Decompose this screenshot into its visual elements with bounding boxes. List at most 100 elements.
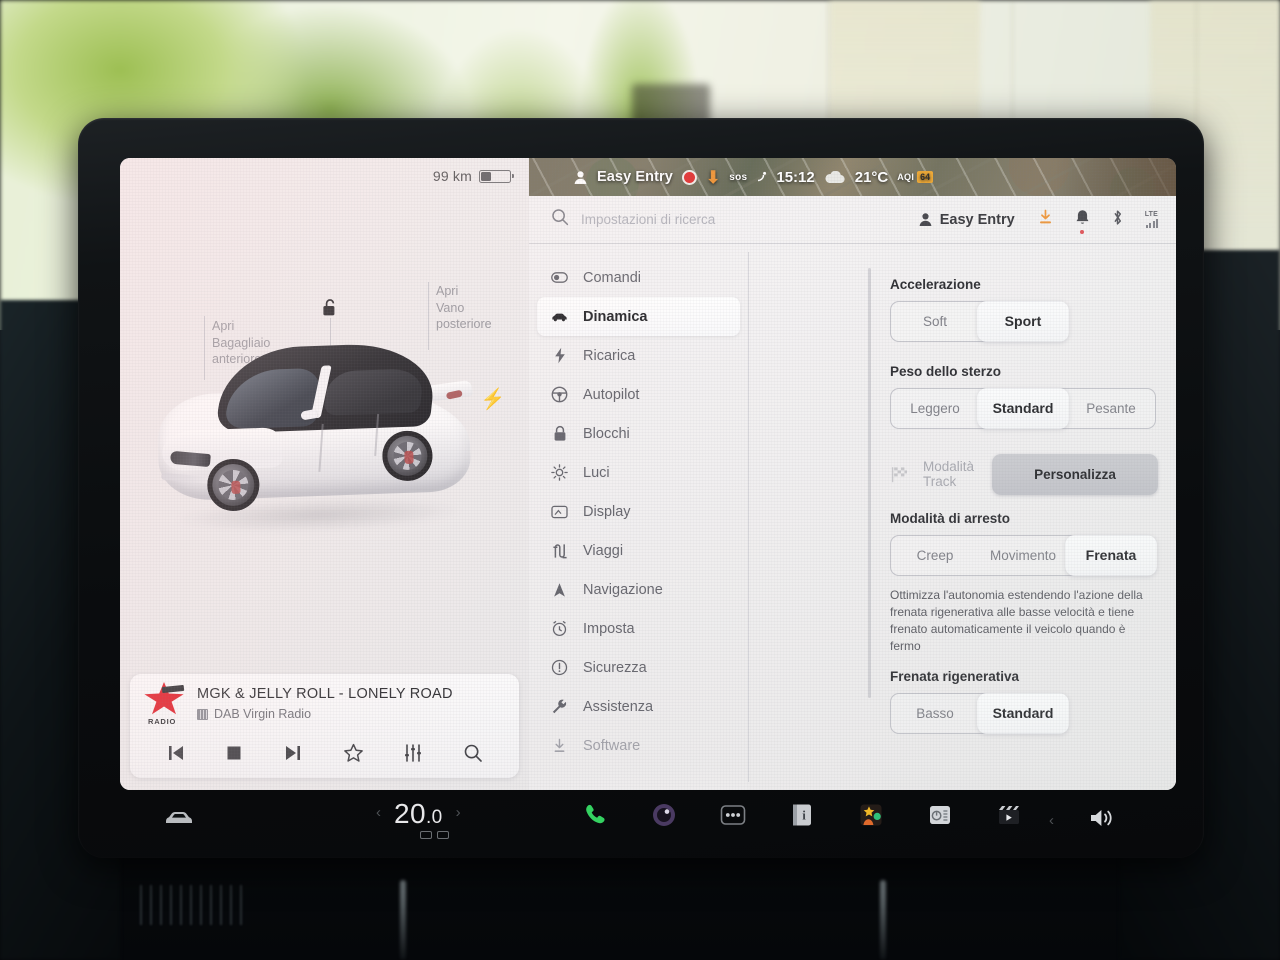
content-scrollbar[interactable] <box>868 268 871 698</box>
tesla-touchscreen[interactable]: 99 km Apri Bagagliaio anteriore Apri Van… <box>120 158 1176 790</box>
steering-option-standard[interactable]: Standard <box>977 388 1069 429</box>
unlocked-padlock-icon[interactable] <box>322 298 338 317</box>
sidebar-item-label: Autopilot <box>583 386 640 403</box>
steering-option-pesante[interactable]: Pesante <box>1067 389 1155 428</box>
equalizer-button[interactable] <box>403 743 423 763</box>
acceleration-option-sport[interactable]: Sport <box>977 301 1069 342</box>
person-icon <box>919 213 932 226</box>
next-track-button[interactable] <box>283 744 303 762</box>
sidebar-item-display[interactable]: Display <box>537 492 740 531</box>
search-media-button[interactable] <box>463 743 483 763</box>
camera-app-icon[interactable] <box>649 800 679 830</box>
sidebar-item-dinamica[interactable]: Dinamica <box>537 297 740 336</box>
svg-text:i: i <box>802 808 806 823</box>
acceleration-segmented-control[interactable]: Soft Sport <box>890 301 1069 342</box>
regen-option-basso[interactable]: Basso <box>891 694 979 733</box>
steering-option-leggero[interactable]: Leggero <box>891 389 979 428</box>
regen-braking-segmented-control[interactable]: Basso Standard <box>890 693 1069 735</box>
sos-label[interactable]: sos <box>729 172 747 183</box>
stopping-mode-option-frenata[interactable]: Frenata <box>1065 535 1157 576</box>
sidebar-item-blocchi[interactable]: Blocchi <box>537 414 740 453</box>
sidebar-item-imposta[interactable]: Imposta <box>537 609 740 648</box>
personalizza-button[interactable]: Personalizza <box>992 453 1158 495</box>
media-source-label: DAB Virgin Radio <box>214 707 312 721</box>
stopping-mode-option-creep[interactable]: Creep <box>891 536 979 575</box>
padlock-icon <box>551 425 568 442</box>
speaker-volume-icon[interactable] <box>1088 806 1118 835</box>
manual-app-icon[interactable]: i <box>787 800 817 830</box>
bluetooth-icon[interactable] <box>1111 209 1124 231</box>
chevron-left-icon[interactable]: ‹ <box>376 804 381 821</box>
stopping-mode-label: Modalità di arresto <box>890 511 1011 526</box>
record-dot-icon[interactable] <box>681 169 697 185</box>
tuner-app-icon[interactable] <box>925 800 955 830</box>
chevron-left-icon[interactable]: ‹ <box>1049 812 1054 829</box>
media-source-row: DAB Virgin Radio <box>197 707 453 721</box>
search-icon[interactable] <box>551 208 569 231</box>
rear-trunk-hint[interactable]: Apri Vano posteriore <box>436 283 492 333</box>
notification-bell-icon[interactable] <box>1075 209 1090 234</box>
toggle-switch-icon <box>551 269 568 286</box>
arcade-app-icon[interactable] <box>856 800 886 830</box>
account-switcher[interactable]: Easy Entry <box>918 212 1015 228</box>
sidebar-item-assistenza[interactable]: Assistenza <box>537 687 740 726</box>
sidebar-item-ricarica[interactable]: Ricarica <box>537 336 740 375</box>
stopping-mode-option-movimento[interactable]: Movimento <box>979 536 1067 575</box>
person-icon[interactable] <box>573 170 588 185</box>
search-input[interactable]: Impostazioni di ricerca <box>581 212 918 227</box>
cloud-icon <box>825 170 845 183</box>
theater-app-icon[interactable] <box>994 800 1024 830</box>
sidebar-item-sicurezza[interactable]: Sicurezza <box>537 648 740 687</box>
software-download-icon[interactable] <box>1037 209 1054 231</box>
car-front-icon[interactable] <box>164 806 194 828</box>
sidebar-item-label: Software <box>583 737 641 754</box>
download-arrow-icon[interactable]: ⬇ <box>706 169 720 186</box>
sidebar-item-label: Comandi <box>583 269 642 286</box>
status-badge[interactable]: AQI 64 <box>897 171 934 183</box>
favorite-button[interactable] <box>343 743 364 763</box>
settings-menu[interactable]: Comandi Dinamica Ricarica Autopilot Bloc… <box>529 244 748 790</box>
car-icon <box>551 308 568 325</box>
vehicle-brake-caliper <box>404 450 414 464</box>
sidebar-item-navigazione[interactable]: Navigazione <box>537 570 740 609</box>
status-profile-name[interactable]: Easy Entry <box>597 169 673 185</box>
acceleration-option-soft[interactable]: Soft <box>891 302 979 341</box>
sidebar-item-comandi[interactable]: Comandi <box>537 258 740 297</box>
climate-control[interactable]: ‹ 20.0 › <box>376 798 461 828</box>
previous-track-button[interactable] <box>166 744 186 762</box>
sidebar-item-label: Dinamica <box>583 308 648 325</box>
logo-bar-shape <box>161 684 185 694</box>
track-mode-row: Modalità Track Personalizza <box>890 451 1158 497</box>
regen-option-standard[interactable]: Standard <box>977 693 1069 734</box>
sidebar-item-luci[interactable]: Luci <box>537 453 740 492</box>
sidebar-item-autopilot[interactable]: Autopilot <box>537 375 740 414</box>
lte-signal-icon[interactable]: LTE <box>1145 211 1158 228</box>
seat-icon[interactable] <box>420 831 432 839</box>
volume-control[interactable]: ‹ <box>1049 806 1118 835</box>
sidebar-item-label: Imposta <box>583 620 635 637</box>
console-highlight <box>880 880 886 960</box>
seat-icon[interactable] <box>437 831 449 839</box>
media-now-playing: RADIO MGK & JELLY ROLL - LONELY ROAD DAB… <box>142 682 453 726</box>
sidebar-item-software[interactable]: Software <box>537 726 740 765</box>
range-indicator[interactable]: 99 km <box>433 168 514 184</box>
more-apps-icon[interactable] <box>718 800 748 830</box>
track-title: MGK & JELLY ROLL - LONELY ROAD <box>197 686 453 702</box>
map-strip[interactable]: Easy Entry ⬇ sos 15:12 21°C AQI 64 <box>529 158 1176 196</box>
cabin-temperature[interactable]: 20.0 <box>394 800 443 828</box>
rear-trunk-hint-line2: Vano <box>436 300 465 315</box>
chevron-right-icon[interactable]: › <box>456 804 461 821</box>
tesla-model-3-image[interactable]: ⚡ <box>148 332 506 558</box>
steering-segmented-control[interactable]: Leggero Standard Pesante <box>890 388 1156 429</box>
stop-button[interactable] <box>225 744 243 762</box>
stopping-mode-description: Ottimizza l'autonomia estendendo l'azion… <box>890 588 1143 654</box>
vehicle-panel: 99 km Apri Bagagliaio anteriore Apri Van… <box>120 158 529 790</box>
stopping-mode-segmented-control[interactable]: Creep Movimento Frenata <box>890 535 1157 576</box>
lte-label: LTE <box>1144 211 1158 218</box>
wrench-icon <box>551 698 568 715</box>
clock: 15:12 <box>776 168 815 186</box>
sidebar-item-viaggi[interactable]: Viaggi <box>537 531 740 570</box>
media-player-card[interactable]: RADIO MGK & JELLY ROLL - LONELY ROAD DAB… <box>130 674 519 778</box>
phone-app-icon[interactable] <box>580 800 610 830</box>
lightning-bolt-icon[interactable]: ⚡ <box>480 388 506 411</box>
